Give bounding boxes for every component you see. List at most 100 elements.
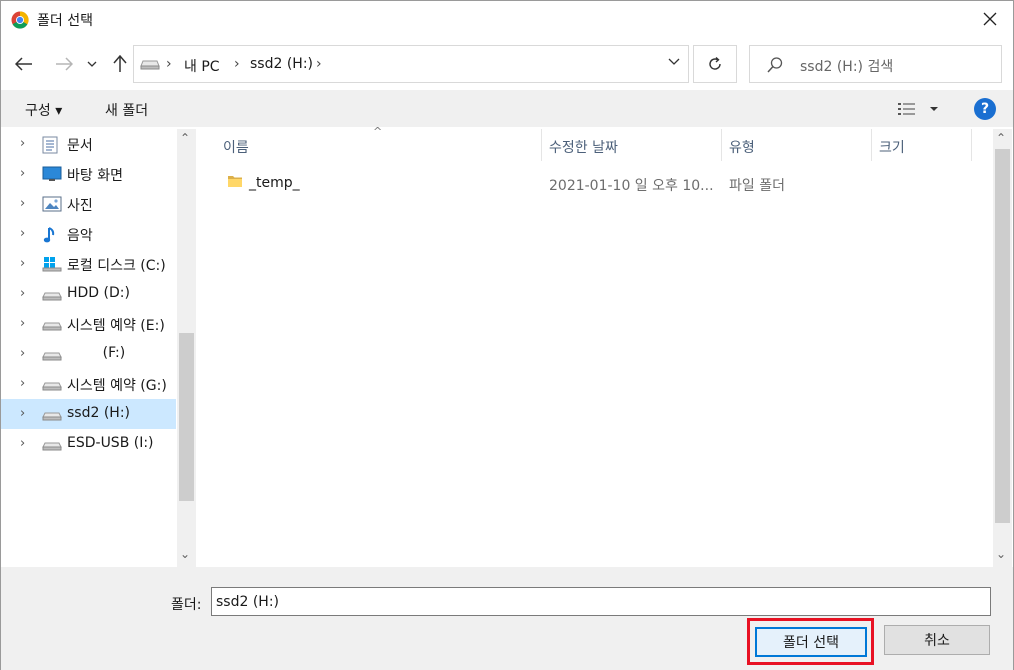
command-bar: 구성 ▾ 새 폴더 ? xyxy=(1,90,1013,127)
navigation-pane: › 문서 › 바탕 화면 › 사진 › 음악 › 로컬 디스크 (C:) › HDD (D:) › 시스템… xyxy=(1,129,196,567)
close-icon xyxy=(983,12,997,26)
search-box[interactable]: ssd2 (H:) 검색 xyxy=(749,45,1002,83)
breadcrumb-this-pc[interactable]: 내 PC xyxy=(184,56,220,76)
help-button[interactable]: ? xyxy=(974,98,996,120)
column-header-type[interactable]: 유형 xyxy=(729,137,755,157)
drive-icon xyxy=(42,346,62,362)
drive-icon xyxy=(42,286,62,302)
pictures-icon xyxy=(42,196,62,212)
scroll-down-arrow[interactable]: ⌄ xyxy=(996,547,1006,561)
file-list-pane: ^ 이름 수정한 날짜 유형 크기 _temp_ 2021-01-10 일 오후… xyxy=(197,125,1013,567)
highlight-box: 폴더 선택 xyxy=(747,618,874,665)
tree-item[interactable]: › 음악 xyxy=(1,219,176,249)
column-header-name[interactable]: 이름 xyxy=(223,137,249,157)
file-date-modified: 2021-01-10 일 오후 10... xyxy=(549,178,714,194)
column-divider[interactable] xyxy=(971,129,972,161)
view-options-button[interactable] xyxy=(897,101,941,117)
breadcrumb-separator: › xyxy=(166,56,172,72)
expand-chevron-icon[interactable]: › xyxy=(20,226,25,241)
music-icon xyxy=(42,226,62,243)
tree-item[interactable]: › 시스템 예약 (E:) xyxy=(1,309,176,339)
search-icon xyxy=(767,57,783,73)
forward-arrow-icon xyxy=(56,57,73,71)
windows-drive-icon xyxy=(42,256,62,272)
breadcrumb-separator: › xyxy=(234,56,240,72)
tree-item-label: 음악 xyxy=(67,228,93,244)
desktop-icon xyxy=(42,166,62,182)
tree-item-label: 바탕 화면 xyxy=(67,168,123,184)
tree-item[interactable]: › 바탕 화면 xyxy=(1,159,176,189)
tree-item[interactable]: › ESD-USB (I:) xyxy=(1,429,176,459)
expand-chevron-icon[interactable]: › xyxy=(20,316,25,331)
tree-item-label: (F:) xyxy=(67,345,126,361)
up-button[interactable] xyxy=(107,51,133,77)
tree-item[interactable]: › 로컬 디스크 (C:) xyxy=(1,249,176,279)
tree-item-label: ssd2 (H:) xyxy=(67,405,130,421)
tree-item[interactable]: › (F:) xyxy=(1,339,176,369)
expand-chevron-icon[interactable]: › xyxy=(20,166,25,181)
expand-chevron-icon[interactable]: › xyxy=(20,346,25,361)
close-button[interactable] xyxy=(967,1,1013,37)
column-divider[interactable] xyxy=(871,129,872,161)
breadcrumb-separator: › xyxy=(316,56,322,72)
scrollbar-thumb[interactable] xyxy=(179,333,194,501)
cancel-button[interactable]: 취소 xyxy=(884,625,990,655)
expand-chevron-icon[interactable]: › xyxy=(20,196,25,211)
tree-item-label: 사진 xyxy=(67,198,93,214)
recent-locations-button[interactable] xyxy=(82,51,102,77)
column-divider[interactable] xyxy=(721,129,722,161)
search-placeholder: ssd2 (H:) 검색 xyxy=(800,59,894,75)
navigation-scrollbar[interactable]: ⌃ ⌄ xyxy=(177,129,196,567)
up-arrow-icon xyxy=(113,55,127,72)
file-name: _temp_ xyxy=(249,175,300,191)
new-folder-button[interactable]: 새 폴더 xyxy=(105,100,148,120)
expand-chevron-icon[interactable]: › xyxy=(20,406,25,421)
folder-icon xyxy=(228,176,242,187)
folder-select-dialog: 폴더 선택 › 내 PC › ssd2 (H:) › ssd2 (H:) 검색 … xyxy=(0,0,1014,670)
tree-item[interactable]: › 문서 xyxy=(1,129,176,159)
address-dropdown-icon[interactable] xyxy=(668,58,680,66)
column-header-date-modified[interactable]: 수정한 날짜 xyxy=(549,137,618,157)
address-bar[interactable]: › 내 PC › ssd2 (H:) › xyxy=(133,45,689,83)
breadcrumb-current-drive[interactable]: ssd2 (H:) xyxy=(250,56,313,72)
organize-menu[interactable]: 구성 ▾ xyxy=(25,100,62,120)
sort-ascending-icon: ^ xyxy=(373,125,383,138)
file-row[interactable]: _temp_ 2021-01-10 일 오후 10... 파일 폴더 xyxy=(223,169,983,197)
window-title: 폴더 선택 xyxy=(37,13,93,29)
scroll-up-arrow[interactable]: ⌃ xyxy=(996,131,1006,145)
select-folder-button[interactable]: 폴더 선택 xyxy=(755,627,867,657)
column-divider[interactable] xyxy=(541,129,542,161)
file-list-scrollbar[interactable]: ⌃ ⌄ xyxy=(993,129,1012,567)
navigation-bar: › 내 PC › ssd2 (H:) › ssd2 (H:) 검색 xyxy=(1,43,1013,83)
expand-chevron-icon[interactable]: › xyxy=(20,136,25,151)
chevron-down-icon xyxy=(87,61,97,67)
back-button[interactable] xyxy=(11,51,37,77)
scroll-down-arrow[interactable]: ⌄ xyxy=(180,547,190,561)
tree-item-label: 문서 xyxy=(67,138,93,154)
tree-item[interactable]: › 사진 xyxy=(1,189,176,219)
drive-icon xyxy=(140,60,160,70)
expand-chevron-icon[interactable]: › xyxy=(20,256,25,271)
tree-item-label: 시스템 예약 (E:) xyxy=(67,318,165,334)
file-type: 파일 폴더 xyxy=(729,178,785,194)
column-header-size[interactable]: 크기 xyxy=(879,137,905,157)
refresh-button[interactable] xyxy=(693,45,737,83)
scrollbar-thumb[interactable] xyxy=(995,149,1010,523)
tree-item[interactable]: › ssd2 (H:) xyxy=(1,399,176,429)
folder-name-input[interactable] xyxy=(211,587,991,616)
view-options-icon xyxy=(898,103,938,115)
expand-chevron-icon[interactable]: › xyxy=(20,376,25,391)
forward-button[interactable] xyxy=(51,51,77,77)
refresh-icon xyxy=(709,56,721,70)
drive-icon xyxy=(42,436,62,452)
scroll-up-arrow[interactable]: ⌃ xyxy=(180,131,190,145)
tree-item-label: 시스템 예약 (G:) xyxy=(67,378,167,394)
tree-item-label: 로컬 디스크 (C:) xyxy=(67,258,166,274)
tree-item[interactable]: › HDD (D:) xyxy=(1,279,176,309)
drive-icon xyxy=(42,316,62,332)
expand-chevron-icon[interactable]: › xyxy=(20,286,25,301)
expand-chevron-icon[interactable]: › xyxy=(20,436,25,451)
drive-icon xyxy=(42,376,62,392)
tree-item[interactable]: › 시스템 예약 (G:) xyxy=(1,369,176,399)
back-arrow-icon xyxy=(15,57,32,71)
